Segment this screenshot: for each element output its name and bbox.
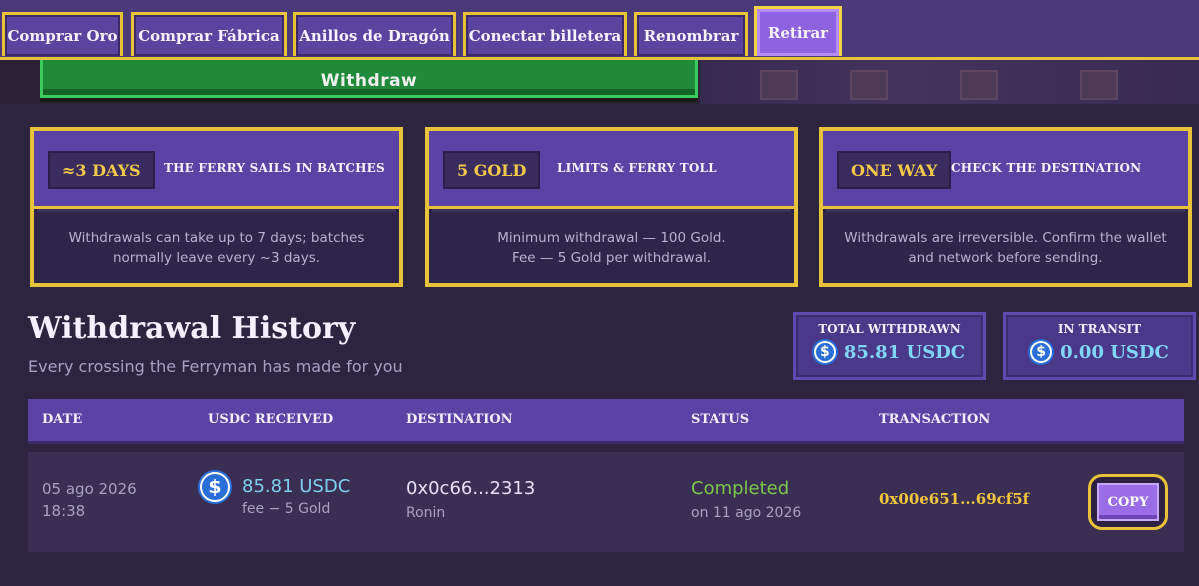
tab-label: Retirar	[767, 23, 829, 42]
card-body-line: Withdrawals can take up to 7 days; batch…	[68, 229, 365, 246]
card-pill: 5 GOLD	[443, 151, 541, 189]
tab-anillos-de-dragon[interactable]: Anillos de Dragón	[293, 12, 456, 56]
copy-button[interactable]: COPY	[1088, 474, 1168, 530]
tab-label: Anillos de Dragón	[299, 26, 450, 45]
info-card-timing: ≈3 DAYS THE FERRY SAILS IN BATCHES Withd…	[30, 127, 403, 287]
fee-value: fee − 5 Gold	[242, 501, 331, 517]
tab-label: Comprar Fábrica	[138, 26, 280, 45]
card-body: Minimum withdrawal — 100 Gold. Fee — 5 Go…	[429, 212, 794, 283]
transaction-hash-link[interactable]: 0x00e651...69cf5f	[879, 490, 1029, 508]
crate-decoration	[960, 70, 998, 100]
card-header: 5 GOLD LIMITS & FERRY TOLL	[429, 131, 794, 209]
tab-label: Conectar billetera	[468, 26, 622, 45]
card-pill: ONE WAY	[837, 151, 952, 189]
card-body: Withdrawals can take up to 7 days; batch…	[34, 212, 399, 283]
date-cell: 05 ago 2026 18:38	[42, 480, 137, 520]
usdc-icon: $	[200, 472, 230, 502]
card-body-line: Withdrawals are irreversible. Confirm th…	[844, 229, 1167, 246]
withdraw-label: Withdraw	[320, 71, 418, 91]
time-value: 18:38	[42, 502, 86, 520]
status-value: Completed	[691, 478, 790, 499]
tab-label: Comprar Oro	[7, 26, 118, 45]
card-header: ≈3 DAYS THE FERRY SAILS IN BATCHES	[34, 131, 399, 209]
table-row: 05 ago 2026 18:38 $ 85.81 USDC fee − 5 G…	[28, 452, 1184, 552]
amount-value: 85.81 USDC	[242, 476, 351, 497]
column-header-date: DATE	[42, 412, 83, 427]
card-body-line: Minimum withdrawal — 100 Gold.	[497, 229, 726, 246]
date-value: 05 ago 2026	[42, 480, 137, 498]
crate-decoration	[1080, 70, 1118, 100]
card-title: CHECK THE DESTINATION	[951, 161, 1142, 175]
network-value: Ronin	[406, 505, 446, 521]
card-title: LIMITS & FERRY TOLL	[557, 161, 717, 175]
tab-retirar[interactable]: Retirar	[754, 6, 842, 56]
withdraw-button[interactable]: Withdraw	[40, 60, 698, 98]
history-subtitle: Every crossing the Ferryman has made for…	[28, 357, 403, 376]
history-title: Withdrawal History	[28, 311, 356, 346]
transaction-cell: 0x00e651...69cf5f	[879, 490, 1029, 508]
column-header-usdc-received: USDC RECEIVED	[208, 412, 334, 427]
stat-value: 0.00 USDC	[1060, 341, 1169, 363]
tab-bar: Comprar Oro Comprar Fábrica Anillos de D…	[0, 0, 1199, 60]
column-header-destination: DESTINATION	[406, 412, 513, 427]
tab-conectar-billetera[interactable]: Conectar billetera	[463, 12, 627, 56]
usdc-icon: $	[813, 341, 836, 363]
crate-decoration	[760, 70, 798, 100]
crate-decoration	[850, 70, 888, 100]
card-body: Withdrawals are irreversible. Confirm th…	[823, 212, 1188, 283]
stat-value-row: $ 85.81 USDC	[796, 341, 983, 363]
table-header: DATE USDC RECEIVED DESTINATION STATUS TR…	[28, 399, 1184, 441]
tab-comprar-fabrica[interactable]: Comprar Fábrica	[131, 12, 287, 56]
card-body-line: normally leave every ~3 days.	[112, 249, 321, 266]
tab-renombrar[interactable]: Renombrar	[634, 12, 748, 56]
column-header-status: STATUS	[691, 412, 750, 427]
status-cell: Completed on 11 ago 2026	[691, 478, 801, 521]
in-transit-stat: IN TRANSIT $ 0.00 USDC	[1003, 312, 1196, 380]
copy-label: COPY	[1097, 483, 1159, 521]
info-card-destination: ONE WAY CHECK THE DESTINATION Withdrawal…	[819, 127, 1192, 287]
card-header: ONE WAY CHECK THE DESTINATION	[823, 131, 1188, 209]
tab-label: Renombrar	[643, 26, 739, 45]
stat-label: TOTAL WITHDRAWN	[818, 322, 961, 336]
card-pill: ≈3 DAYS	[48, 151, 155, 189]
info-card-limits: 5 GOLD LIMITS & FERRY TOLL Minimum withd…	[425, 127, 798, 287]
status-date: on 11 ago 2026	[691, 505, 802, 521]
stat-value-row: $ 0.00 USDC	[1006, 341, 1193, 363]
usdc-icon: $	[1030, 341, 1053, 363]
tab-comprar-oro[interactable]: Comprar Oro	[2, 12, 123, 56]
banner-area: Withdraw	[0, 60, 1199, 104]
destination-address: 0x0c66...2313	[406, 478, 536, 499]
column-header-transaction: TRANSACTION	[879, 412, 991, 427]
stat-label: IN TRANSIT	[1057, 322, 1142, 336]
card-body-line: Fee — 5 Gold per withdrawal.	[511, 249, 712, 266]
card-title: THE FERRY SAILS IN BATCHES	[164, 161, 385, 175]
background-scenery	[700, 60, 1199, 104]
card-body-line: and network before sending.	[908, 249, 1103, 266]
stat-value: 85.81 USDC	[843, 341, 966, 363]
total-withdrawn-stat: TOTAL WITHDRAWN $ 85.81 USDC	[793, 312, 986, 380]
destination-cell: 0x0c66...2313 Ronin	[406, 478, 535, 521]
